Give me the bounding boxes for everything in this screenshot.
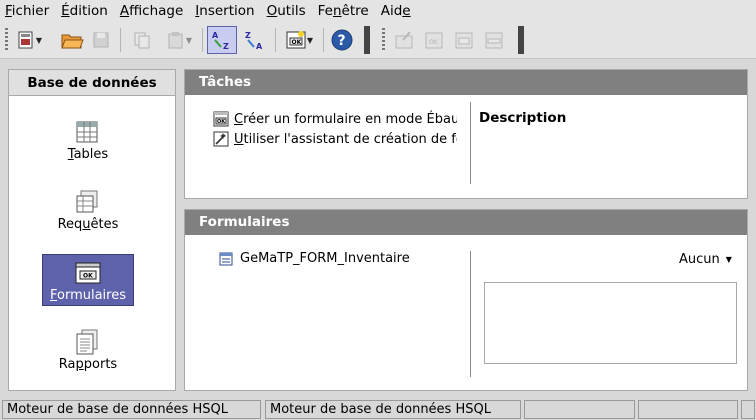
new-document-button[interactable]: ▼	[14, 26, 44, 54]
sort-ascending-icon: A Z	[212, 31, 229, 51]
task-create-form-design[interactable]: OK Créer un formulaire en mode Ébauche..…	[213, 110, 457, 128]
form-wizard-icon	[213, 131, 229, 147]
tasks-panel-title: Tâches	[185, 70, 747, 95]
form-doc-icon	[219, 252, 233, 265]
status-cell-empty	[638, 400, 738, 419]
forms-panel-title: Formulaires	[185, 210, 747, 235]
sort-descending-icon: Z A	[245, 31, 263, 51]
preview-mode-value: Aucun	[679, 252, 720, 267]
toolbar-separator	[202, 28, 203, 52]
description-title: Description	[479, 110, 567, 126]
save-button[interactable]	[88, 26, 114, 54]
svg-text:OK: OK	[83, 273, 93, 280]
chevron-down-icon[interactable]: ▼	[307, 36, 313, 45]
forms-divider	[470, 251, 471, 377]
toolbar: ▼ ▼ A Z Z A OK ▼ ? OK	[0, 22, 756, 59]
menu-item-affichage[interactable]: Affichage	[114, 0, 189, 22]
forms-icon: OK	[75, 262, 101, 284]
sidebar-item-label: Requêtes	[57, 217, 119, 232]
task-label: Créer un formulaire en mode Ébauche...	[234, 111, 457, 127]
toolbar-overflow-handle[interactable]	[518, 26, 524, 54]
sidebar-item-forms[interactable]: OK Formulaires	[42, 254, 134, 306]
task-form-wizard[interactable]: Utiliser l'assistant de création de form…	[213, 130, 457, 148]
reports-icon	[76, 329, 98, 355]
sidebar-item-queries[interactable]: Requêtes	[42, 184, 134, 236]
chevron-down-icon: ▼	[725, 255, 732, 264]
toolbar-separator	[275, 28, 276, 52]
form-open-icon: OK	[425, 32, 443, 49]
svg-text:?: ?	[338, 33, 346, 49]
status-bar: Moteur de base de données HSQL Moteur de…	[0, 399, 756, 420]
form-design-icon: OK	[213, 111, 229, 127]
paste-button[interactable]: ▼	[160, 26, 198, 54]
preview-mode-select[interactable]: Aucun ▼	[679, 252, 732, 267]
menu-item-fichier[interactable]: Fichier	[0, 0, 55, 22]
status-cell-empty	[524, 400, 635, 419]
open-button[interactable]	[58, 26, 86, 54]
paste-icon	[168, 32, 183, 49]
menu-item-aide[interactable]: Aide	[375, 0, 417, 22]
queries-icon	[76, 190, 98, 213]
svg-text:A: A	[256, 42, 263, 51]
status-cell-engine: Moteur de base de données HSQL	[2, 400, 261, 419]
open-folder-icon	[61, 34, 84, 49]
menu-item-edition[interactable]: Édition	[55, 0, 114, 22]
menu-bar: Fichier Édition Affichage Insertion Outils Fe…	[0, 0, 756, 22]
menu-item-fenetre[interactable]: Fenêtre	[312, 0, 375, 22]
svg-text:OK: OK	[217, 119, 226, 125]
svg-text:OK: OK	[429, 39, 439, 46]
svg-text:Z: Z	[245, 31, 251, 40]
svg-text:A: A	[212, 31, 219, 40]
svg-text:OK: OK	[291, 39, 301, 46]
status-cell-engine-2: Moteur de base de données HSQL	[265, 400, 521, 419]
menu-item-insertion[interactable]: Insertion	[189, 0, 260, 22]
forms-panel: Formulaires GeMaTP_FORM_Inventaire Aucun…	[184, 209, 748, 391]
save-icon	[93, 32, 109, 48]
sidebar-item-reports[interactable]: Rapports	[42, 324, 134, 376]
form-ok-icon: OK	[286, 31, 306, 49]
new-document-icon	[18, 31, 33, 49]
toolbar-overflow-handle[interactable]	[364, 26, 370, 54]
copy-button[interactable]	[128, 26, 156, 54]
copy-icon	[134, 32, 150, 49]
sort-descending-button[interactable]: Z A	[240, 26, 270, 54]
form-control-button[interactable]: OK ▼	[280, 26, 318, 54]
rename-form-button[interactable]	[481, 26, 507, 54]
list-item[interactable]: GeMaTP_FORM_Inventaire	[219, 251, 410, 266]
form-name: GeMaTP_FORM_Inventaire	[240, 251, 410, 266]
status-cell-empty	[741, 400, 755, 419]
sidebar-item-tables[interactable]: Tables	[42, 114, 134, 166]
database-panel-title: Base de données	[9, 70, 175, 96]
toolbar-grip[interactable]	[382, 28, 385, 52]
chevron-down-icon[interactable]: ▼	[186, 36, 192, 45]
menu-item-outils[interactable]: Outils	[261, 0, 312, 22]
sort-ascending-button[interactable]: A Z	[207, 26, 237, 54]
form-rename-icon	[485, 32, 503, 49]
task-label: Utiliser l'assistant de création de form…	[234, 131, 457, 147]
chevron-down-icon[interactable]: ▼	[36, 36, 42, 45]
delete-form-button[interactable]	[451, 26, 477, 54]
open-form-button[interactable]: OK	[421, 26, 447, 54]
sidebar-item-label: Rapports	[58, 357, 118, 372]
tasks-divider	[470, 102, 471, 184]
help-button[interactable]: ?	[328, 26, 356, 54]
database-panel: Base de données Tables Requêtes OK Formu…	[8, 69, 176, 391]
toolbar-separator	[120, 28, 121, 52]
toolbar-separator	[323, 28, 324, 52]
sidebar-item-label: Tables	[67, 147, 109, 162]
edit-form-button[interactable]	[391, 26, 417, 54]
toolbar-grip[interactable]	[5, 28, 8, 52]
form-edit-icon	[395, 31, 413, 49]
forms-list-area: GeMaTP_FORM_Inventaire Aucun ▼	[185, 236, 747, 390]
sidebar-item-label: Formulaires	[49, 288, 126, 303]
form-delete-icon	[455, 32, 473, 49]
tasks-panel: Tâches OK Créer un formulaire en mode Éb…	[184, 69, 748, 199]
preview-box	[484, 282, 737, 364]
svg-text:Z: Z	[223, 42, 229, 51]
tables-icon	[76, 121, 98, 143]
help-icon: ?	[331, 29, 353, 51]
